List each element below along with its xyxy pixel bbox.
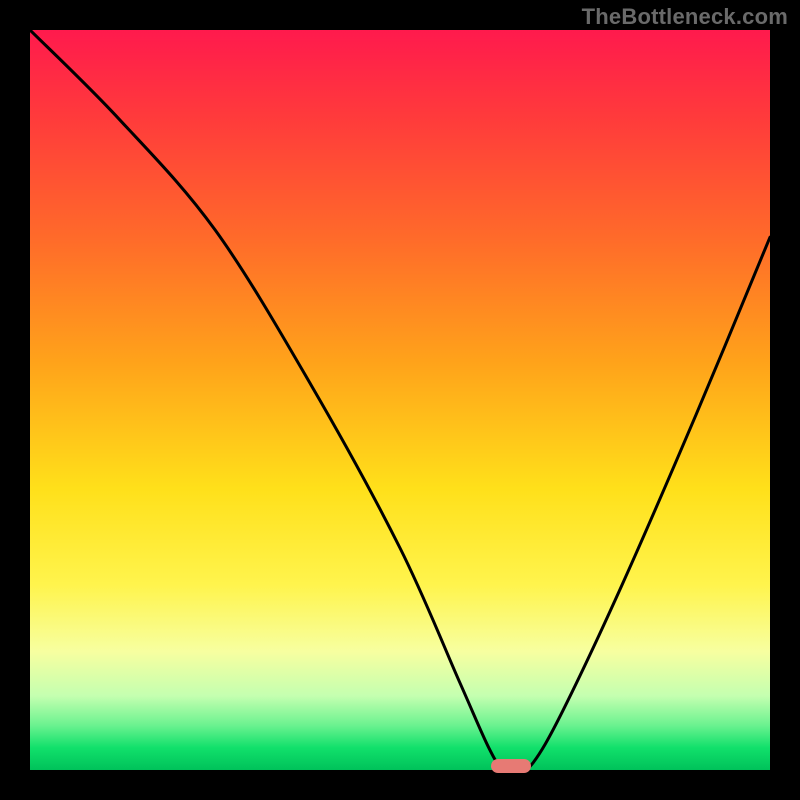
optimal-marker <box>491 759 531 773</box>
chart-frame: TheBottleneck.com <box>0 0 800 800</box>
plot-area <box>30 30 770 770</box>
watermark-text: TheBottleneck.com <box>582 4 788 30</box>
